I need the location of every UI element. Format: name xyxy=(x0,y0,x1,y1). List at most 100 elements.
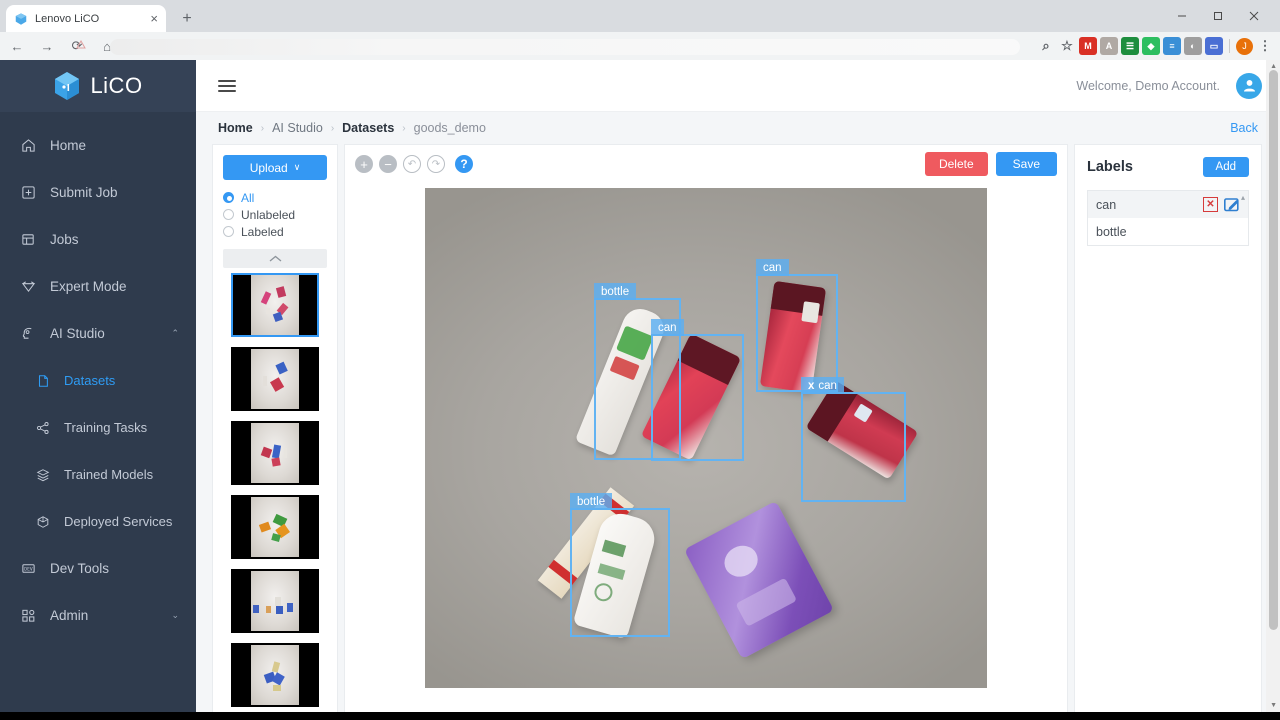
filter-option-unlabeled[interactable]: Unlabeled xyxy=(223,206,327,223)
zoom-icon[interactable]: ⌕ xyxy=(1037,37,1055,55)
bbox-delete-icon[interactable]: x xyxy=(808,380,814,392)
label-row-bottle[interactable]: bottle xyxy=(1088,218,1248,245)
sidebar-toggle-button[interactable] xyxy=(218,79,236,92)
bbox-label[interactable]: bottle xyxy=(570,493,613,510)
annotated-image[interactable]: bottle can can x can bottle xyxy=(425,188,987,688)
sidebar-item-ai-studio[interactable]: AI Studio ⌃ xyxy=(0,310,196,357)
app-logo[interactable]: LiCO xyxy=(0,60,196,112)
radio-icon xyxy=(223,192,234,203)
labels-header: Labels Add xyxy=(1087,157,1249,177)
thumbnail-6[interactable] xyxy=(231,643,319,707)
sidebar-item-home[interactable]: Home xyxy=(0,122,196,169)
sidebar-item-dev-tools[interactable]: DEV Dev Tools xyxy=(0,545,196,592)
evernote-extension-icon[interactable]: ◆ xyxy=(1142,37,1160,55)
scroll-down-icon[interactable]: ▼ xyxy=(1270,702,1277,709)
delete-button[interactable]: Delete xyxy=(924,152,988,176)
scroll-up-icon[interactable]: ▲ xyxy=(1270,63,1277,70)
bbox-label[interactable]: can xyxy=(756,259,789,276)
bbox-bottle-2[interactable]: bottle xyxy=(570,493,670,637)
bbox-label[interactable]: can xyxy=(651,319,684,336)
breadcrumb-item-home[interactable]: Home xyxy=(218,121,253,135)
add-label-button[interactable]: Add xyxy=(1202,157,1249,177)
moon-extension-icon[interactable]: ◐ xyxy=(1184,37,1202,55)
browser-tab-title: Lenovo LiCO xyxy=(35,12,100,25)
labels-scroll-up-icon[interactable]: ▴ xyxy=(1241,193,1245,202)
thumbnail-scroll-up-button[interactable] xyxy=(223,249,327,268)
breadcrumb-separator: › xyxy=(330,122,335,134)
page-viewport: LiCO Home Submit Job Jobs Expert Mode AI… xyxy=(0,60,1280,712)
thumbnail-2[interactable] xyxy=(231,347,319,411)
back-icon[interactable]: ← xyxy=(4,33,30,59)
delete-label-icon[interactable]: ✕ xyxy=(1203,197,1218,212)
page-scrollbar[interactable]: ▲ ▼ xyxy=(1266,60,1280,712)
edit-label-icon[interactable] xyxy=(1224,197,1240,212)
thumbnail-image xyxy=(251,423,299,483)
calendar-extension-icon[interactable]: ☰ xyxy=(1121,37,1139,55)
sidebar-item-admin[interactable]: Admin ⌄ xyxy=(0,592,196,639)
person-icon xyxy=(1243,80,1255,92)
browser-menu-icon[interactable]: ⋮ xyxy=(1256,37,1274,55)
lico-favicon xyxy=(15,12,27,25)
sidebar-item-label: Training Tasks xyxy=(64,420,148,435)
thumbnail-1[interactable] xyxy=(231,273,319,337)
canvas-scroll-area: bottle can can x can bottle xyxy=(345,179,1067,712)
bbox-label-with-delete[interactable]: x can xyxy=(801,377,844,394)
zoom-in-icon[interactable]: + xyxy=(355,155,373,173)
bbox-can-1[interactable]: can xyxy=(651,319,744,461)
help-icon[interactable]: ? xyxy=(455,155,473,173)
bookmark-star-icon[interactable]: ☆ xyxy=(1058,37,1076,55)
sidebar-item-jobs[interactable]: Jobs xyxy=(0,216,196,263)
bbox-can-3[interactable]: x can xyxy=(801,377,906,502)
browser-tab[interactable]: Lenovo LiCO × xyxy=(6,5,166,32)
browser-extensions-area: ⌕ ☆ M A ☰ ◆ ≡ ◐ ▭ J ⋮ xyxy=(1037,33,1274,59)
sidebar-item-trained-models[interactable]: Trained Models xyxy=(0,451,196,498)
rotate-right-icon[interactable]: ↷ xyxy=(427,155,445,173)
save-button[interactable]: Save xyxy=(995,152,1057,176)
thumbnail-image xyxy=(251,275,299,335)
filter-option-labeled[interactable]: Labeled xyxy=(223,223,327,240)
thumbnail-5[interactable] xyxy=(231,569,319,633)
sidebar-item-deployed-services[interactable]: Deployed Services xyxy=(0,498,196,545)
sidebar-item-submit-job[interactable]: Submit Job xyxy=(0,169,196,216)
thumbnail-3[interactable] xyxy=(231,421,319,485)
breadcrumb-item-ai-studio[interactable]: AI Studio xyxy=(272,121,323,135)
gmail-extension-icon[interactable]: M xyxy=(1079,37,1097,55)
browser-profile-avatar[interactable]: J xyxy=(1236,37,1253,55)
window-close-button[interactable] xyxy=(1236,0,1272,32)
home-icon xyxy=(20,137,37,154)
breadcrumb-item-datasets[interactable]: Datasets xyxy=(342,121,394,135)
label-row-can[interactable]: can ✕ xyxy=(1088,191,1248,218)
window-maximize-button[interactable] xyxy=(1200,0,1236,32)
upload-button[interactable]: Upload ∨ xyxy=(223,155,327,180)
radio-icon xyxy=(223,226,234,237)
sidebar-item-datasets[interactable]: Datasets xyxy=(0,357,196,404)
cast-extension-icon[interactable]: ▭ xyxy=(1205,37,1223,55)
zoom-out-icon[interactable]: − xyxy=(379,155,397,173)
canvas-actions: Delete Save xyxy=(924,152,1057,176)
new-tab-button[interactable]: + xyxy=(176,8,198,30)
thumbnail-4[interactable] xyxy=(231,495,319,559)
jobs-icon xyxy=(20,231,37,248)
bbox-label: can xyxy=(818,379,837,392)
rotate-left-icon[interactable]: ↶ xyxy=(403,155,421,173)
back-link[interactable]: Back xyxy=(1230,121,1258,135)
sidebar-item-label: Jobs xyxy=(50,232,79,247)
sidebar-item-expert-mode[interactable]: Expert Mode xyxy=(0,263,196,310)
pdf-extension-icon[interactable]: A xyxy=(1100,37,1118,55)
filter-label: All xyxy=(241,190,255,205)
sidebar-nav-list: Home Submit Job Jobs Expert Mode AI Stud… xyxy=(0,112,196,639)
canvas-toolbar: + − ↶ ↷ ? Delete Save xyxy=(345,145,1067,179)
translate-extension-icon[interactable]: ≡ xyxy=(1163,37,1181,55)
tab-close-icon[interactable]: × xyxy=(150,12,158,25)
forward-icon[interactable]: → xyxy=(34,33,60,59)
window-minimize-button[interactable] xyxy=(1164,0,1200,32)
chevron-up-icon: ⌃ xyxy=(171,328,179,338)
address-bar[interactable] xyxy=(110,39,1020,55)
user-avatar[interactable] xyxy=(1236,72,1262,99)
bbox-label[interactable]: bottle xyxy=(594,283,637,300)
filter-option-all[interactable]: All xyxy=(223,189,327,206)
browser-window: Lenovo LiCO × + ← → ⟳ ⌂ ⌕ ☆ M A ☰ ◆ ≡ ◐ … xyxy=(0,0,1280,720)
bbox-can-2[interactable]: can xyxy=(756,259,838,392)
sidebar-item-training-tasks[interactable]: Training Tasks xyxy=(0,404,196,451)
page-scrollbar-thumb[interactable] xyxy=(1269,70,1278,630)
